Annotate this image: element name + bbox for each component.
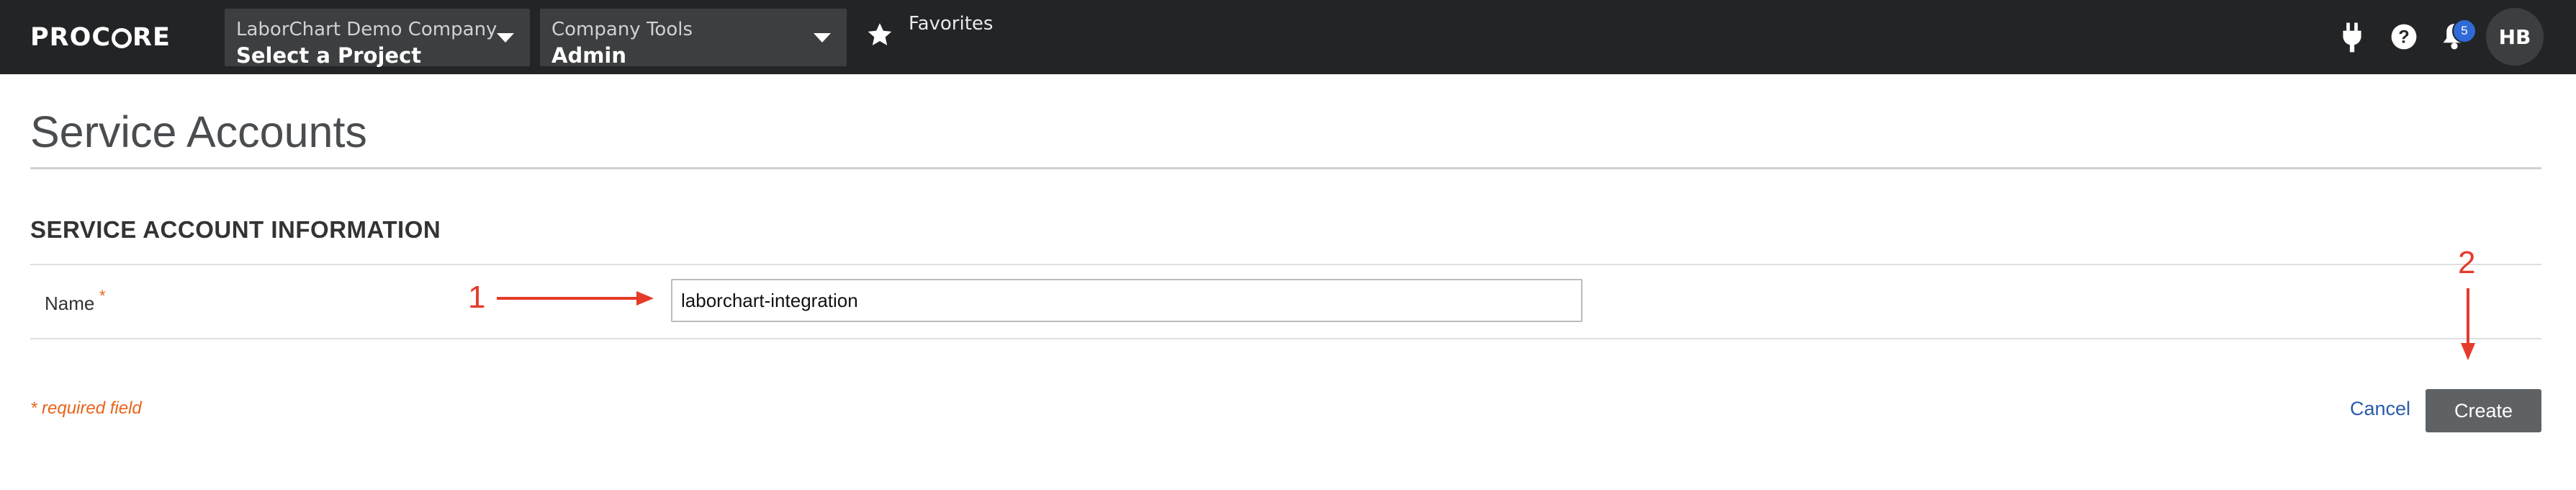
name-label: Name (45, 293, 95, 314)
company-name: LaborChart Demo Company (236, 19, 497, 40)
project-value: Select a Project (236, 43, 422, 68)
annotation-arrow-down (2461, 288, 2475, 360)
cancel-link[interactable]: Cancel (2350, 398, 2410, 420)
avatar[interactable]: HB (2486, 8, 2544, 66)
tools-selector[interactable]: Company Tools Admin (540, 9, 847, 68)
section-divider (30, 264, 2541, 265)
chevron-down-icon (814, 33, 831, 43)
required-asterisk: * (99, 287, 106, 305)
page-title: Service Accounts (30, 107, 367, 156)
section-title: SERVICE ACCOUNT INFORMATION (30, 216, 441, 243)
chevron-down-icon (497, 33, 514, 43)
annotation-step-1: 1 (468, 280, 486, 315)
help-icon[interactable]: ? (2390, 23, 2418, 50)
logo-text-right: RE (132, 23, 171, 52)
annotation-step-2: 2 (2458, 245, 2476, 280)
field-row-divider (30, 338, 2541, 339)
project-selector[interactable]: LaborChart Demo Company Select a Project (225, 9, 530, 68)
svg-text:?: ? (2398, 27, 2409, 48)
star-icon[interactable] (865, 20, 894, 49)
tools-value: Admin (551, 43, 627, 68)
logo-text-left: PROC (30, 23, 112, 52)
plug-icon[interactable] (2338, 22, 2366, 53)
tools-label: Company Tools (551, 19, 693, 40)
favorites-label[interactable]: Favorites (909, 13, 993, 35)
logo-o-ring (112, 28, 132, 48)
annotation-arrow-right (497, 291, 654, 306)
service-account-name-input[interactable] (671, 279, 1582, 322)
procore-logo[interactable]: PROC RE (30, 23, 171, 52)
top-navigation-bar: PROC RE LaborChart Demo Company Select a … (0, 0, 2576, 74)
title-divider (30, 167, 2541, 169)
create-button[interactable]: Create (2426, 389, 2541, 432)
required-field-note: * required field (30, 398, 142, 418)
notification-badge: 5 (2452, 19, 2477, 43)
